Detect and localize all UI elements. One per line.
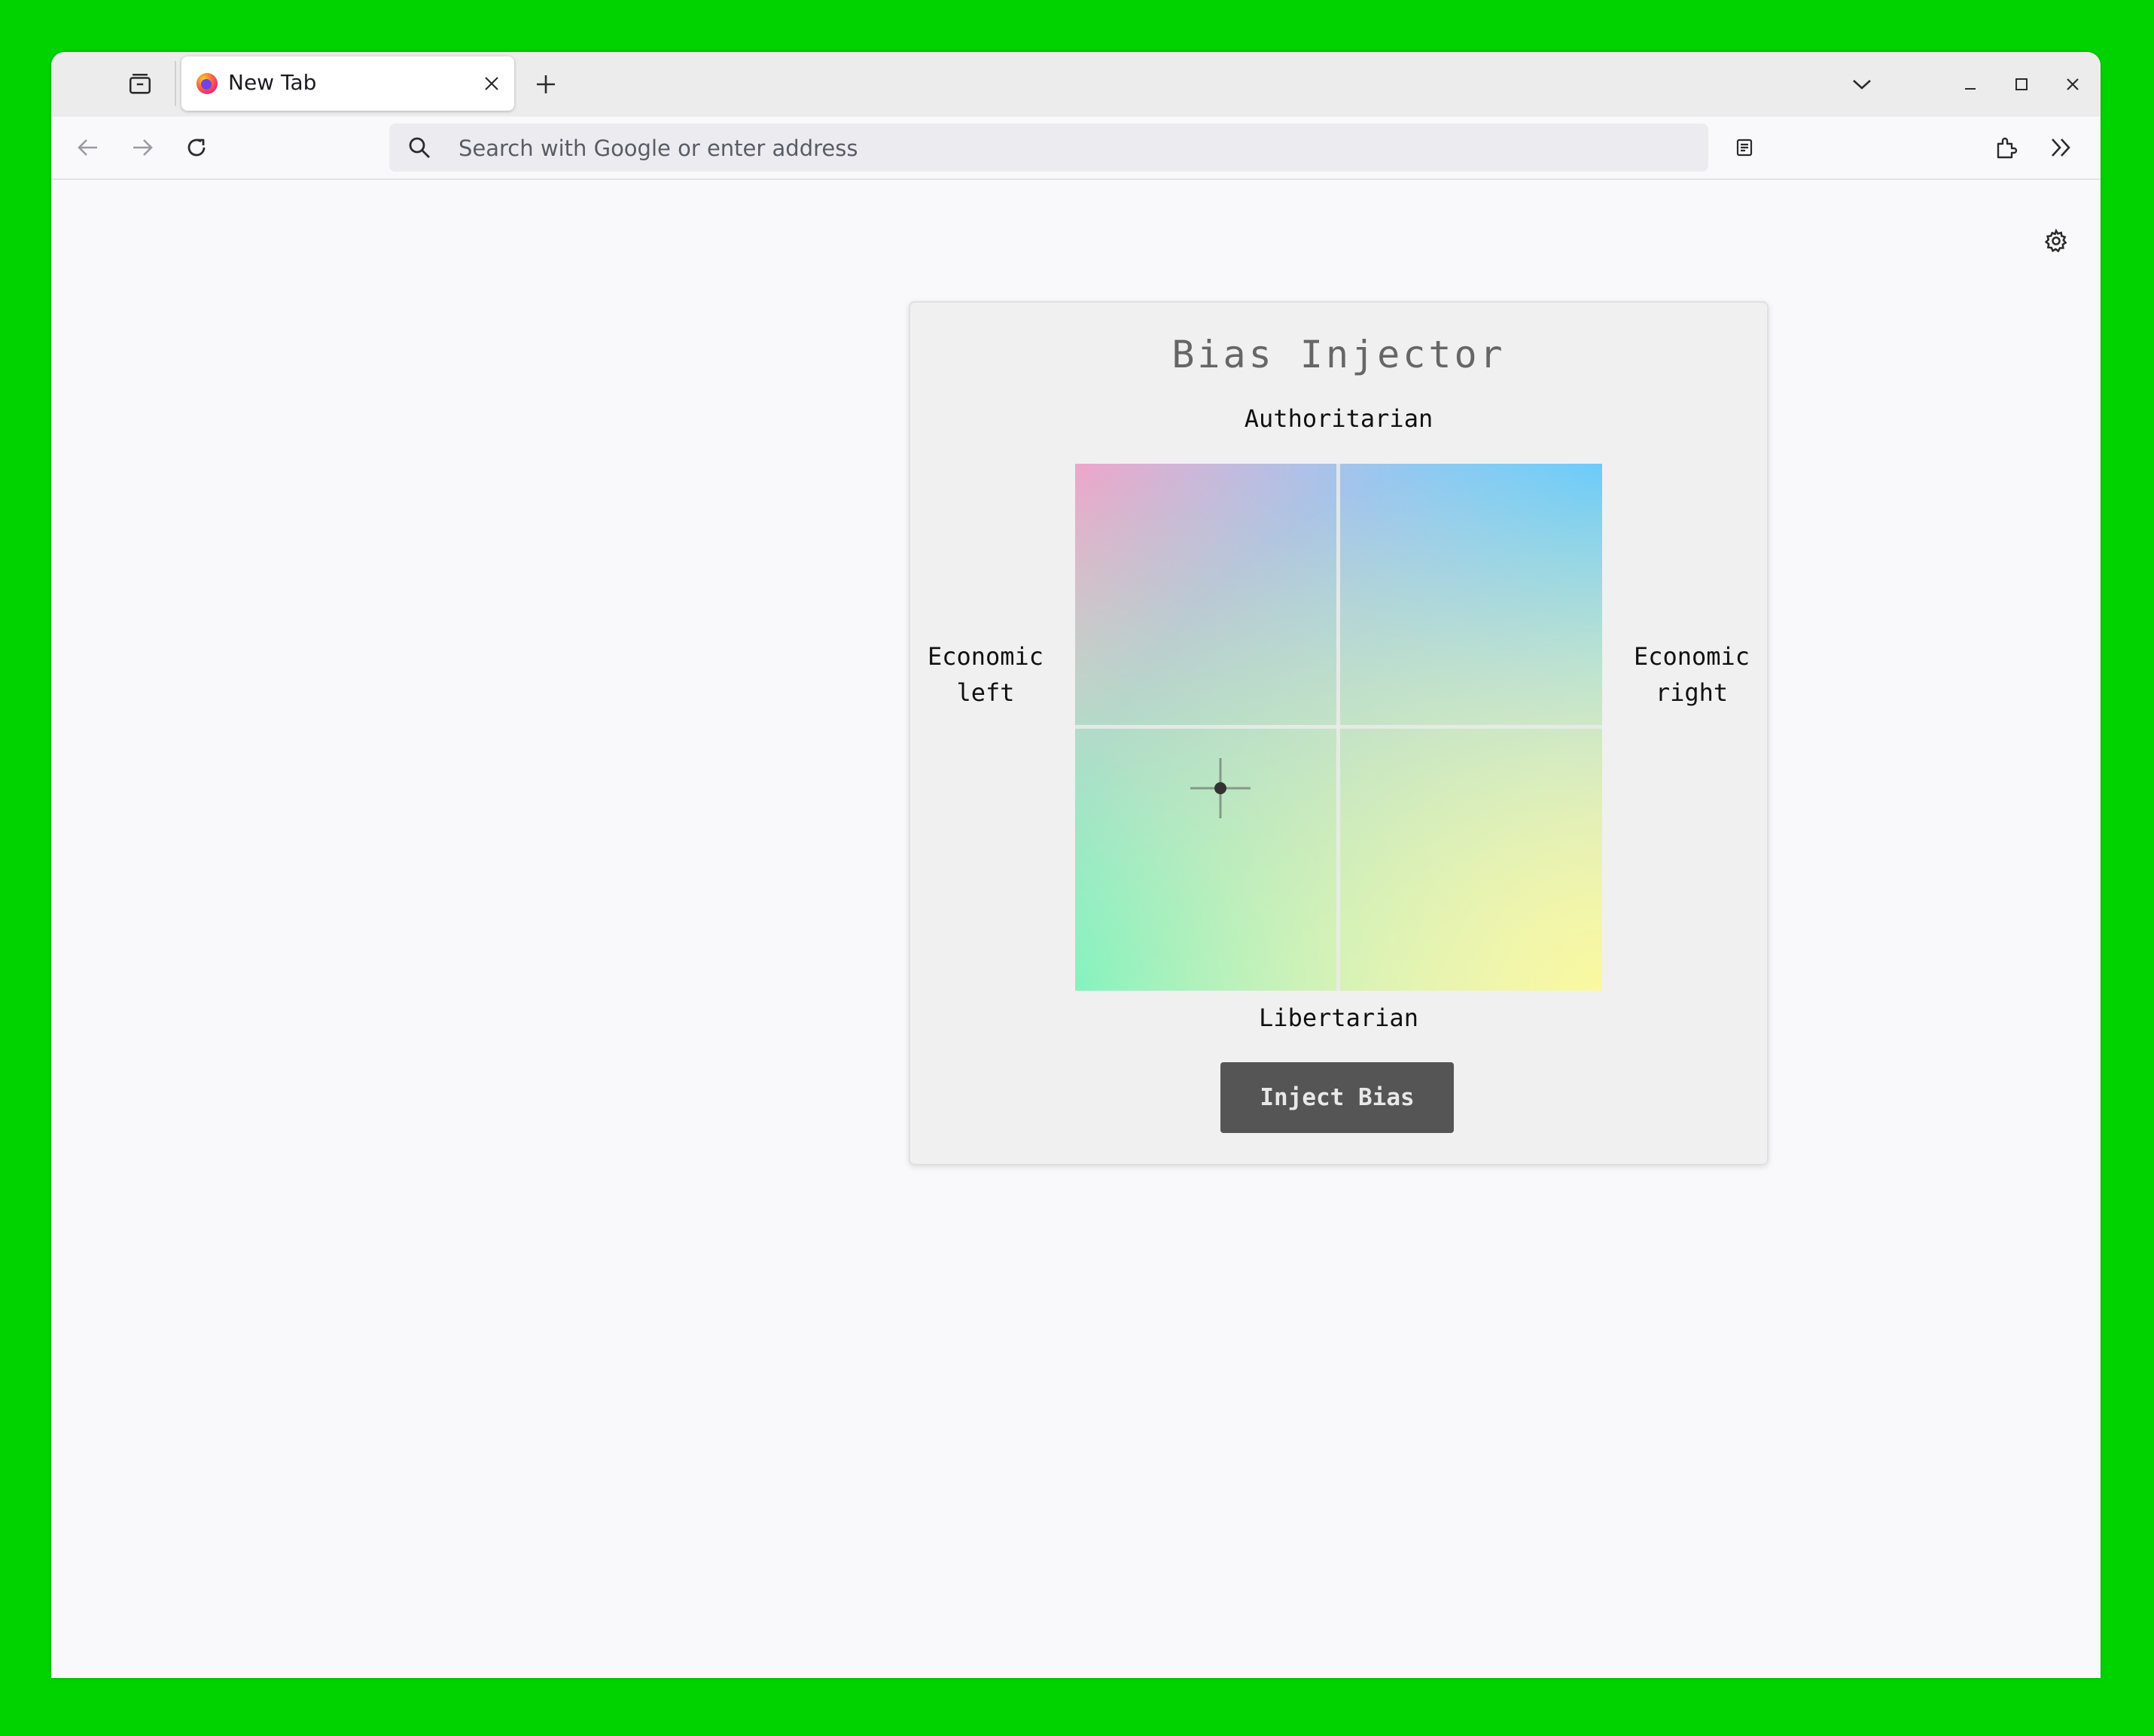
horizontal-axis-line bbox=[1075, 725, 1602, 729]
axis-label-left-line2: left bbox=[956, 678, 1015, 707]
hamburger-menu-icon[interactable] bbox=[2096, 130, 2101, 165]
navigation-bar: Search with Google or enter address bbox=[51, 117, 2101, 180]
axis-label-right: Economic right bbox=[1624, 638, 1759, 711]
bias-injector-popup: Bias Injector Authoritarian Libertarian … bbox=[909, 301, 1769, 1165]
plus-icon[interactable] bbox=[529, 67, 563, 102]
tab-title: New Tab bbox=[228, 70, 317, 95]
political-compass-grid[interactable] bbox=[1075, 464, 1602, 991]
forward-arrow-icon[interactable] bbox=[125, 130, 160, 165]
tab-overview-icon[interactable] bbox=[123, 68, 157, 101]
minimize-icon[interactable] bbox=[1953, 67, 1988, 102]
close-icon[interactable] bbox=[475, 67, 508, 100]
axis-label-left-line1: Economic bbox=[927, 642, 1044, 671]
axis-label-right-line2: right bbox=[1655, 678, 1729, 707]
inject-bias-button[interactable]: Inject Bias bbox=[1220, 1062, 1454, 1133]
back-arrow-icon[interactable] bbox=[71, 130, 105, 165]
firefox-icon bbox=[195, 72, 219, 96]
close-window-icon[interactable] bbox=[2055, 67, 2090, 102]
page-content: Bias Injector Authoritarian Libertarian … bbox=[51, 180, 2101, 1678]
position-marker[interactable] bbox=[1190, 757, 1251, 818]
puzzle-icon[interactable] bbox=[1989, 130, 2024, 165]
double-chevron-icon[interactable] bbox=[2043, 130, 2078, 165]
gear-icon[interactable] bbox=[2039, 224, 2073, 258]
chevron-down-icon[interactable] bbox=[1845, 67, 1879, 102]
popup-title: Bias Injector bbox=[1171, 333, 1506, 376]
url-placeholder: Search with Google or enter address bbox=[459, 136, 858, 161]
tab-bar: New Tab bbox=[51, 52, 2101, 117]
reader-view-icon[interactable] bbox=[1729, 132, 1760, 163]
axis-label-bottom: Libertarian bbox=[1259, 1004, 1418, 1032]
tab-divider bbox=[175, 61, 176, 106]
search-icon bbox=[404, 132, 434, 163]
maximize-icon[interactable] bbox=[2004, 67, 2039, 102]
axis-label-right-line1: Economic bbox=[1633, 642, 1750, 671]
browser-window: New Tab Search with Google or enter addr… bbox=[51, 52, 2101, 1678]
reload-icon[interactable] bbox=[179, 130, 214, 165]
url-bar[interactable]: Search with Google or enter address bbox=[389, 123, 1708, 172]
axis-label-top: Authoritarian bbox=[1244, 404, 1433, 433]
tab-new-tab[interactable]: New Tab bbox=[181, 56, 514, 111]
axis-label-left: Economic left bbox=[918, 638, 1053, 711]
